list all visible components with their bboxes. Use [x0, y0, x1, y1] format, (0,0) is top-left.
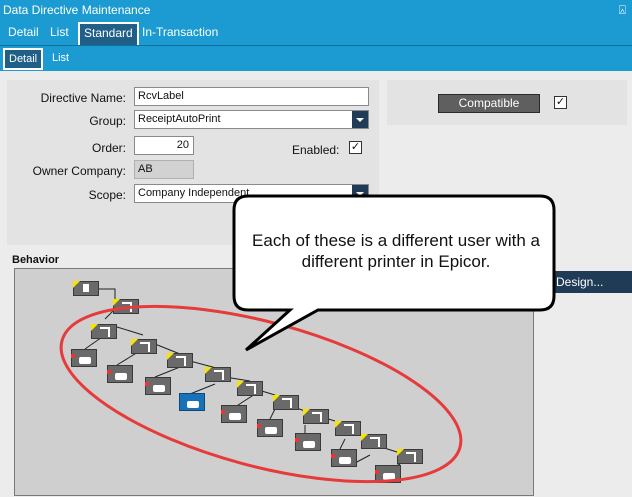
callout-text: Each of these is a different user with a…	[252, 231, 540, 271]
speech-bubble	[232, 194, 556, 352]
